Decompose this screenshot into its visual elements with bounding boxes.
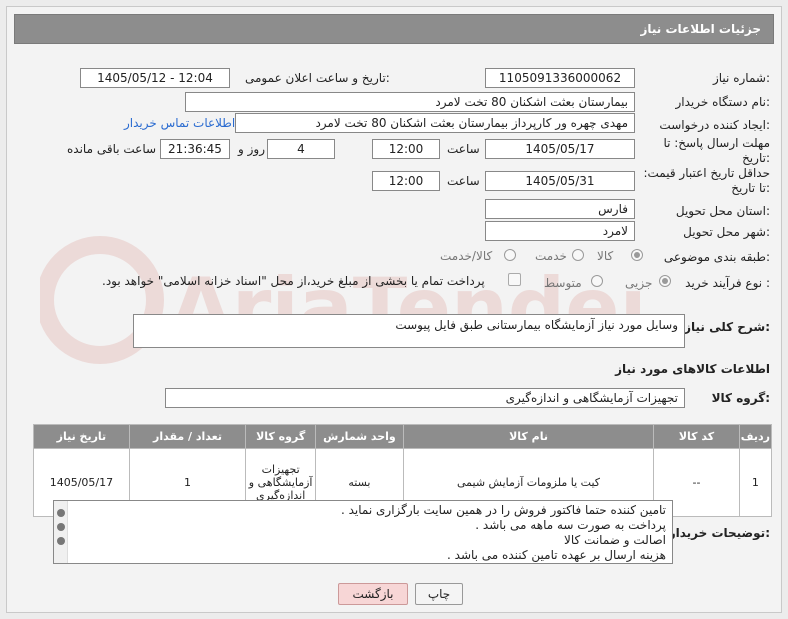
col-header-name: نام کالا (402, 424, 655, 449)
city-field: لامرد (485, 221, 635, 241)
description-field: وسایل مورد نیاز آزمایشگاه بیمارستانی طبق… (133, 314, 685, 348)
process-option-medium: متوسط (544, 276, 582, 290)
goods-section-title: اطلاعات کالاهای مورد نیاز (615, 362, 770, 376)
creator-label: ایجاد کننده درخواست: (659, 118, 770, 132)
note-line: اصالت و ضمانت کالا (564, 533, 666, 547)
buyer-org-field: بیمارستان بعثت اشکنان 80 تخت لامرد (185, 92, 635, 112)
description-label: شرح کلی نیاز: (684, 320, 770, 334)
scroll-down-icon[interactable] (57, 537, 65, 545)
need-number-field: 1105091336000062 (485, 68, 635, 88)
category-option-goods: کالا (597, 249, 614, 263)
category-radio-both[interactable] (504, 249, 516, 261)
category-radio-service[interactable] (572, 249, 584, 261)
col-header-code: کد کالا (653, 424, 740, 449)
need-number-label: شماره نیاز: (712, 71, 770, 85)
remaining-label: ساعت باقی مانده (67, 142, 157, 156)
remaining-time-field: 21:36:45 (160, 139, 230, 159)
back-button[interactable]: بازگشت (338, 583, 408, 605)
days-field: 4 (267, 139, 335, 159)
process-radio-medium[interactable] (591, 275, 603, 287)
print-button[interactable]: چاپ (415, 583, 463, 605)
note-line: پرداخت به صورت سه ماهه می باشد . (475, 518, 666, 532)
treasury-checkbox[interactable] (508, 273, 521, 286)
cell-row: 1 (738, 448, 773, 517)
validity-time-field: 12:00 (372, 171, 440, 191)
province-label: استان محل تحویل: (675, 204, 770, 218)
note-line: هزینه ارسال بر عهده تامین کننده می باشد … (447, 548, 666, 562)
process-label: نوع فرآیند خرید : (685, 276, 770, 290)
process-option-minor: جزیی (625, 276, 653, 290)
buyer-notes-field: تامین کننده حتما فاکتور فروش را در همین … (53, 500, 673, 564)
deadline-date-field: 1405/05/17 (485, 139, 635, 159)
note-line: تامین کننده حتما فاکتور فروش را در همین … (341, 503, 666, 517)
buyer-notes-label: توضیحات خریدار: (668, 526, 770, 540)
validity-date-field: 1405/05/31 (485, 171, 635, 191)
deadline-label: مهلت ارسال پاسخ: تا تاریخ: (663, 136, 770, 165)
announce-label: تاریخ و ساعت اعلان عمومی: (245, 71, 390, 85)
scroll-thumb-icon[interactable] (57, 523, 65, 531)
category-option-both: کالا/خدمت (440, 249, 493, 263)
process-radio-minor[interactable] (659, 275, 671, 287)
col-header-row: ردیف (738, 424, 773, 449)
contact-info-link[interactable]: اطلاعات تماس خریدار (124, 116, 235, 130)
buyer-org-label: نام دستگاه خریدار: (675, 95, 771, 109)
announce-field: 1405/05/12 - 12:04 (80, 68, 230, 88)
header-bar: جزئیات اطلاعات نیاز (14, 14, 774, 44)
page-title: جزئیات اطلاعات نیاز (640, 22, 761, 36)
goods-group-field: تجهیزات آزمایشگاهی و اندازه‌گیری (165, 388, 685, 408)
validity-label: حداقل تاریخ اعتبار قیمت: تا تاریخ: (643, 166, 770, 195)
notes-scrollbar[interactable] (54, 501, 68, 563)
treasury-payment-note: پرداخت تمام یا بخشی از مبلغ خرید،از محل … (102, 274, 485, 288)
creator-field: مهدی چهره ور کارپرداز بیمارستان بعثت اشک… (235, 113, 635, 133)
col-header-group: گروه کالا (245, 424, 317, 449)
col-header-date: تاریخ نیاز (33, 424, 130, 449)
province-field: فارس (485, 199, 635, 219)
deadline-time-field: 12:00 (372, 139, 440, 159)
city-label: شهر محل تحویل: (683, 225, 770, 239)
validity-time-label: ساعت (447, 174, 480, 188)
scroll-up-icon[interactable] (57, 509, 65, 517)
col-header-unit: واحد شمارش (315, 424, 404, 449)
col-header-qty: تعداد / مقدار (128, 424, 247, 449)
category-option-service: خدمت (535, 249, 567, 263)
days-label: روز و (238, 142, 265, 156)
category-radio-goods[interactable] (631, 249, 643, 261)
category-label: طبقه بندی موضوعی: (663, 250, 770, 264)
goods-group-label: گروه کالا: (711, 391, 770, 405)
deadline-time-label: ساعت (447, 142, 480, 156)
